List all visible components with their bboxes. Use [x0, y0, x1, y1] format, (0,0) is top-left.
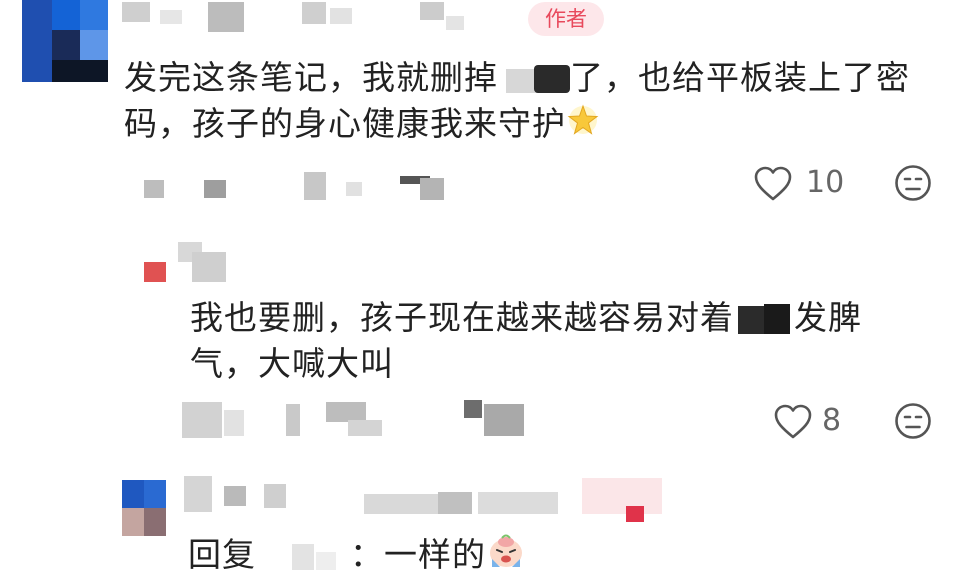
reply-comment: 我也要删，孩子现在越来越容易对着 发脾 气，大喊大叫 8	[0, 240, 978, 460]
reply-sep: ：	[350, 535, 384, 574]
like-count: 10	[806, 165, 845, 200]
heart-icon	[754, 166, 792, 201]
reply-text: 回复 ：一样的	[188, 532, 888, 581]
dislike-button[interactable]	[894, 164, 934, 204]
comment-text: 发完这条笔记，我就删掉 了，也给平板装上了密 码，孩子的身心健康我来守护	[124, 55, 954, 149]
avatar[interactable]	[122, 480, 166, 536]
reply-text-line2: 气，大喊大叫	[190, 344, 394, 383]
neutral-face-icon	[895, 165, 931, 201]
meta-blurred	[140, 170, 460, 200]
comment-text-line1: 发完这条笔记，我就删掉	[124, 58, 498, 97]
masked-word	[498, 64, 570, 95]
masked-name	[256, 542, 350, 572]
crying-face-icon	[486, 533, 526, 581]
like-button[interactable]: 10	[754, 164, 850, 204]
heart-icon	[774, 404, 812, 439]
dislike-button[interactable]	[894, 402, 934, 442]
comment-text-line2: 码，孩子的身心健康我来守护	[124, 104, 566, 143]
neutral-face-icon	[895, 403, 931, 439]
author-badge: 作者	[528, 2, 604, 36]
reply-comment: 回复 ：一样的	[0, 470, 978, 586]
comment-author: 作者 发完这条笔记，我就删掉 了，也给平板装上了密 码，孩子的身心健康我来守护	[0, 0, 978, 240]
reply-text-line1-rest: 发脾	[794, 298, 862, 337]
like-count: 8	[822, 403, 842, 438]
avatar[interactable]	[22, 0, 108, 82]
comment-text-line1-rest: 了，也给平板装上了密	[570, 58, 910, 97]
meta-blurred	[180, 400, 540, 440]
reply-text: 我也要删，孩子现在越来越容易对着 发脾 气，大喊大叫	[190, 295, 950, 387]
username-blurred[interactable]	[120, 2, 520, 32]
reply-text-line1: 我也要删，孩子现在越来越容易对着	[190, 298, 734, 337]
sparkle-star-icon	[566, 103, 600, 149]
masked-word	[734, 303, 794, 336]
reply-prefix: 回复	[188, 535, 256, 574]
username-blurred[interactable]	[182, 474, 662, 522]
like-button[interactable]: 8	[774, 402, 854, 442]
reply-content: 一样的	[384, 535, 486, 574]
avatar[interactable]	[130, 242, 226, 284]
